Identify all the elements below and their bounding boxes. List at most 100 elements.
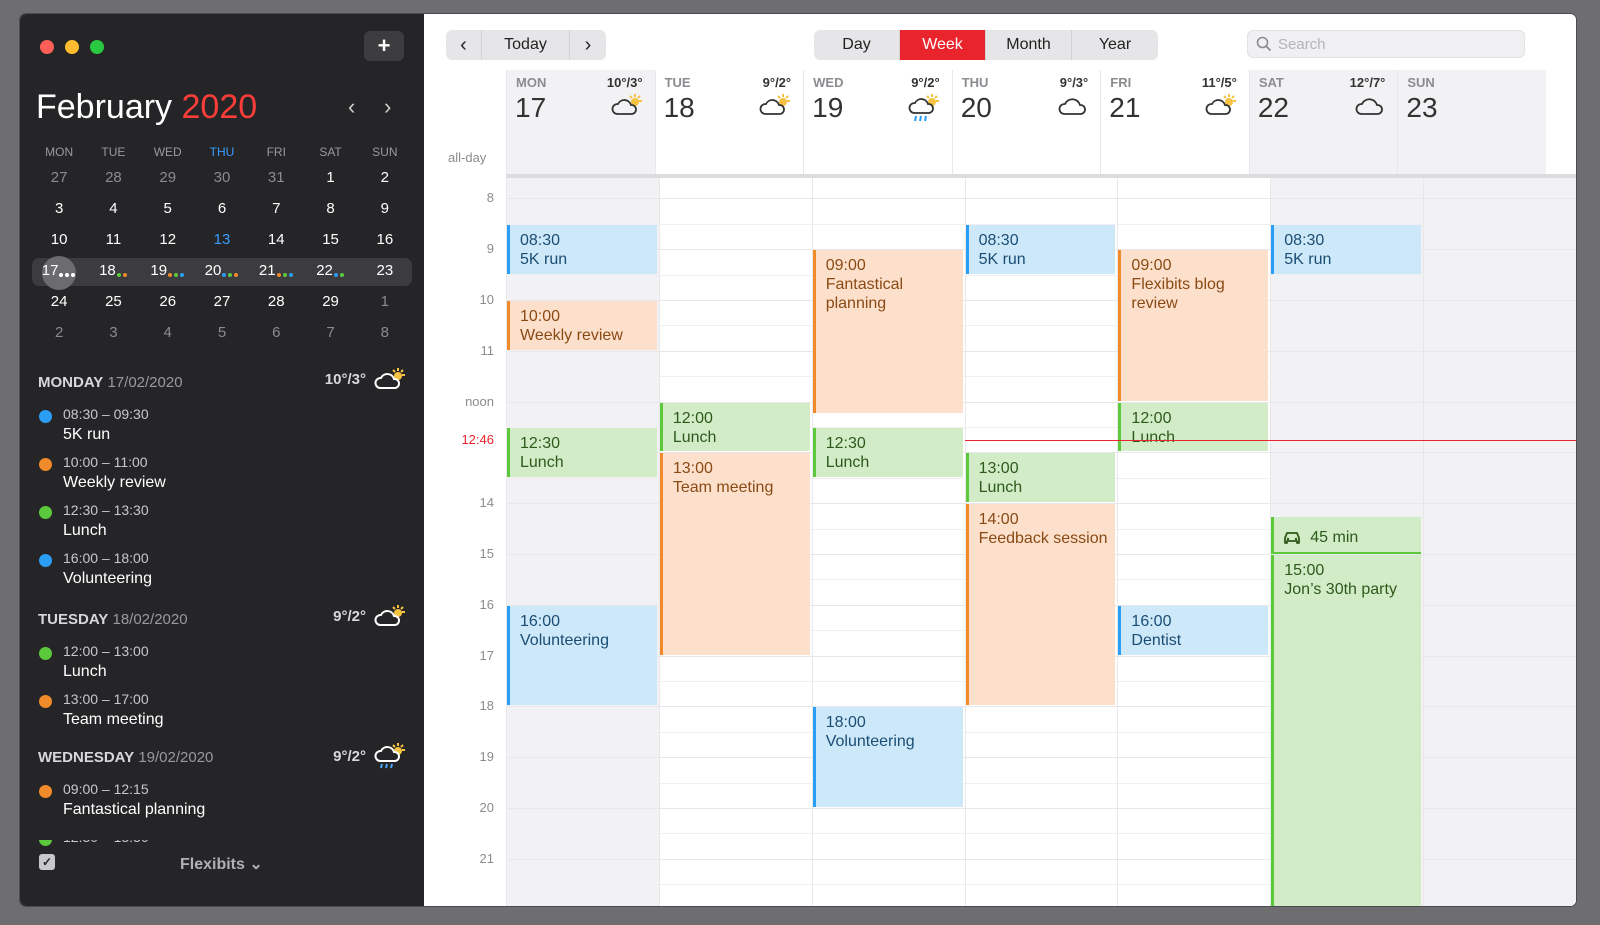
day-column[interactable] [1423,178,1576,906]
calendar-event[interactable]: 12:00 Lunch [659,402,810,452]
mini-day[interactable]: 23 [358,258,412,286]
calendar-event[interactable]: 12:30 Lunch [507,427,657,477]
calendar-event[interactable]: 08:30 5K run [1271,224,1422,274]
calendar-set-selector[interactable]: Flexibits ⌄ [180,854,263,874]
calendar-event[interactable]: 13:00 Lunch [965,453,1116,503]
mini-day[interactable]: 21 [249,258,303,286]
calendar-event[interactable]: 12:30 Lunch [812,427,963,477]
tab-month[interactable]: Month [986,30,1072,60]
mini-day[interactable]: 5 [195,320,249,348]
tab-day[interactable]: Day [814,30,900,60]
previous-month-button[interactable]: ‹ [348,94,355,120]
calendar-event[interactable]: 08:30 5K run [507,224,657,274]
next-week-button[interactable]: › [570,30,606,60]
previous-week-button[interactable]: ‹ [446,30,482,60]
mini-day[interactable]: 2 [32,320,86,348]
tab-week[interactable]: Week [900,30,986,60]
mini-day[interactable]: 14 [249,227,303,255]
mini-day[interactable]: 10 [32,227,86,255]
mini-day[interactable]: 29 [141,165,195,193]
calendar-event[interactable]: 15:00 Jon’s 30th party [1271,554,1422,906]
mini-calendar-week: 2 3 4 5 6 7 8 [32,320,412,348]
agenda-event[interactable]: 12:30 – 13:30 Lunch [38,502,408,540]
mini-day[interactable]: 8 [303,196,357,224]
mini-day[interactable]: 1 [303,165,357,193]
tab-year[interactable]: Year [1072,30,1158,60]
calendar-event[interactable]: 12:00 Lunch [1118,402,1269,452]
mini-day[interactable]: 31 [249,165,303,193]
calendar-toggle-checkbox[interactable]: ✓ [39,854,55,870]
mini-day[interactable]: 19 [141,258,195,286]
calendar-event[interactable]: 13:00 Team meeting [659,453,810,655]
mini-day[interactable]: 7 [249,196,303,224]
mini-day[interactable]: 2 [358,165,412,193]
calendar-event[interactable]: 16:00 Volunteering [507,605,657,706]
mini-day[interactable]: 26 [141,289,195,317]
mini-day[interactable]: 27 [32,165,86,193]
mini-day[interactable]: 6 [249,320,303,348]
mini-day-today[interactable]: 13 [195,227,249,255]
mini-day[interactable]: 6 [195,196,249,224]
mini-day[interactable]: 30 [195,165,249,193]
mini-day[interactable]: 27 [195,289,249,317]
mini-day[interactable]: 7 [303,320,357,348]
time-grid[interactable]: 08:30 5K run 10:00 Weekly review 12:30 Lunch 1… [506,178,1576,906]
add-event-button[interactable]: + [364,31,404,61]
next-month-button[interactable]: › [384,94,391,120]
event-time: 08:30 [1284,231,1325,249]
agenda-event[interactable]: 16:00 – 18:00 Volunteering [38,550,408,588]
zoom-window-button[interactable] [90,40,104,54]
calendar-event[interactable]: 16:00 Dentist [1118,605,1269,655]
day-column[interactable] [506,178,659,906]
mini-day[interactable]: 11 [86,227,140,255]
mini-day[interactable]: 16 [358,227,412,255]
mini-day[interactable]: 4 [86,196,140,224]
mini-day[interactable]: 3 [32,196,86,224]
day-header-sun[interactable]: SUN 23 [1397,70,1546,142]
partly-cloudy-icon [374,605,405,626]
mini-day[interactable]: 24 [32,289,86,317]
calendar-event[interactable]: 18:00 Volunteering [812,707,963,807]
mini-day[interactable]: 3 [86,320,140,348]
calendar-event[interactable]: 09:00 Fantastical planning [812,250,963,414]
day-header-fri[interactable]: FRI 21 11°/5° [1100,70,1249,142]
today-button[interactable]: Today [482,30,570,60]
mini-day[interactable]: 5 [141,196,195,224]
mini-day[interactable]: 9 [358,196,412,224]
agenda-event[interactable]: 12:00 – 13:00 Lunch [38,643,408,681]
calendar-event[interactable]: 10:00 Weekly review [507,300,657,350]
day-header-tue[interactable]: TUE 18 9°/2° [654,70,804,142]
mini-day[interactable]: 20 [195,258,249,286]
mini-day[interactable]: 1 [358,289,412,317]
mini-day[interactable]: 15 [303,227,357,255]
cloud-icon [1058,98,1087,115]
day-header-sat[interactable]: SAT 22 12°/7° [1248,70,1398,142]
mini-day[interactable]: 29 [303,289,357,317]
agenda-event[interactable]: 10:00 – 11:00 Weekly review [38,454,408,492]
minimize-window-button[interactable] [65,40,79,54]
agenda-event[interactable]: 09:00 – 12:15 Fantastical planning [38,781,408,819]
mini-day-selected[interactable]: 17 [32,256,86,290]
close-window-button[interactable] [40,40,54,54]
mini-day[interactable]: 25 [86,289,140,317]
calendar-event[interactable]: 14:00 Feedback session [965,504,1116,706]
travel-time-block[interactable]: 45 min [1271,516,1422,554]
mini-day[interactable]: 8 [358,320,412,348]
calendar-event[interactable]: 08:30 5K run [965,224,1116,274]
mini-day[interactable]: 12 [141,227,195,255]
mini-day[interactable]: 22 [303,258,357,286]
mini-day[interactable]: 18 [86,258,140,286]
search-box[interactable] [1247,30,1525,58]
calendar-event[interactable]: 09:00 Flexibits blog review [1118,250,1269,401]
mini-day[interactable]: 28 [249,289,303,317]
allday-row[interactable] [506,142,1576,174]
search-input[interactable] [1278,35,1518,53]
mini-day[interactable]: 4 [141,320,195,348]
day-header-mon[interactable]: MON 17 10°/3° [506,70,655,142]
event-time: 09:00 [825,257,866,275]
mini-day[interactable]: 28 [86,165,140,193]
day-header-thu[interactable]: THU 20 9°/3° [951,70,1101,142]
day-header-wed[interactable]: WED 19 9°/2° [803,70,952,142]
agenda-event[interactable]: 08:30 – 09:30 5K run [38,406,408,444]
agenda-event[interactable]: 13:00 – 17:00 Team meeting [38,691,408,729]
